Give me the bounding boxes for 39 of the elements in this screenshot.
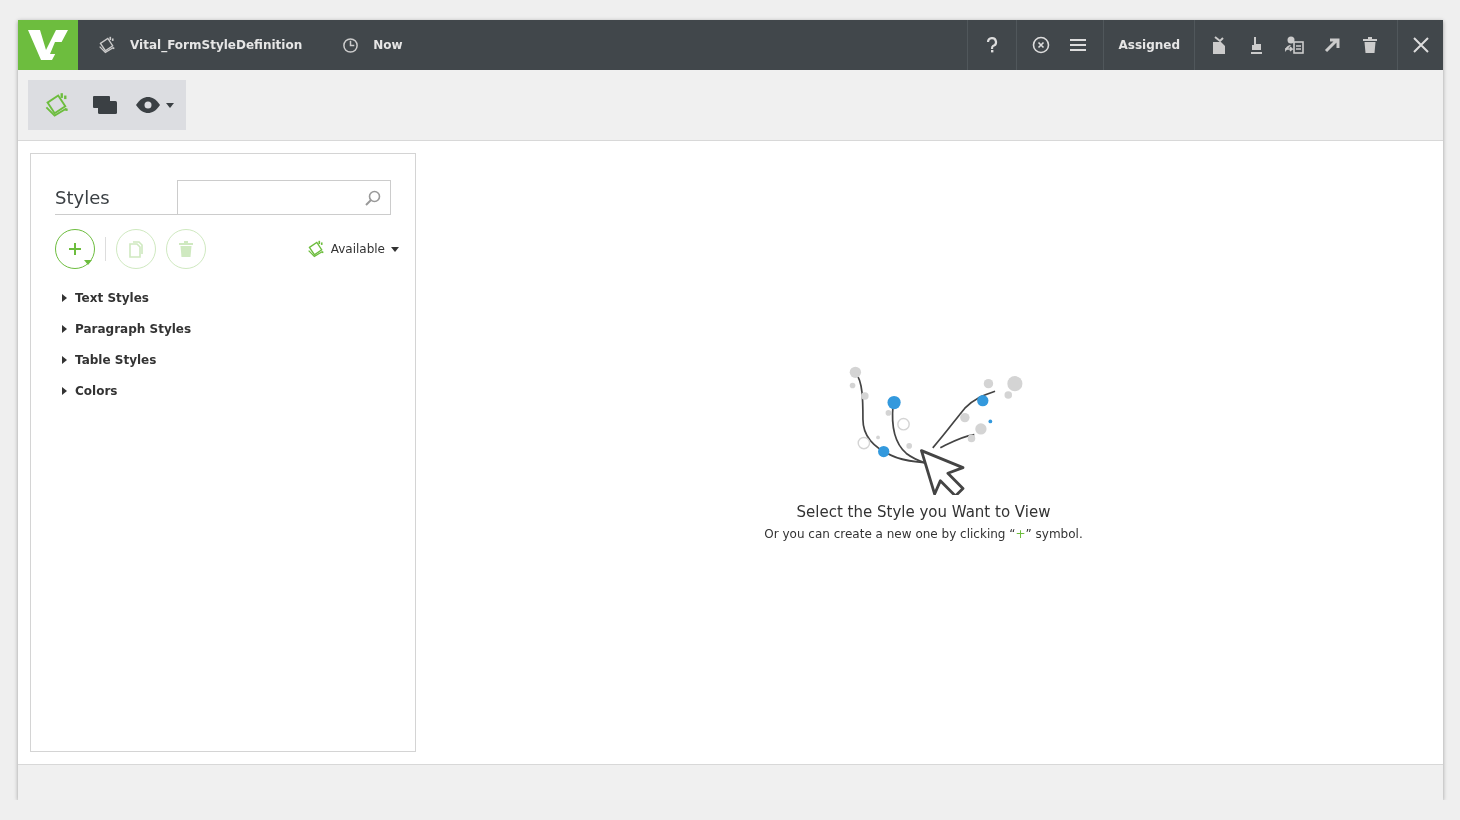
time-label: Now <box>373 38 403 52</box>
caret-right-icon <box>61 356 67 364</box>
document-title: Vital_FormStyleDefinition <box>130 38 303 52</box>
document-hand-icon <box>1211 36 1227 54</box>
tree-item[interactable]: Paragraph Styles <box>55 322 391 336</box>
caret-icon <box>84 260 92 266</box>
plus-icon <box>68 242 82 256</box>
search-icon <box>364 188 382 207</box>
status-label: Assigned <box>1117 38 1181 52</box>
caret-icon <box>166 102 174 108</box>
panel-title: Styles <box>55 187 111 210</box>
caret-icon <box>391 246 399 252</box>
delete-icon <box>1363 37 1377 53</box>
caret-right-icon <box>61 387 67 395</box>
arrow-icon <box>1324 37 1340 53</box>
delete-icon <box>179 241 193 257</box>
help-icon <box>986 37 999 53</box>
user-document-icon <box>1284 36 1304 54</box>
eye-icon <box>136 97 160 113</box>
tree-item[interactable]: Table Styles <box>55 353 391 367</box>
styles-icon <box>98 36 116 54</box>
close-icon <box>1412 37 1429 53</box>
hand-pointer-icon <box>1249 36 1263 54</box>
windows-icon <box>93 96 117 114</box>
tree-item[interactable]: Text Styles <box>55 291 391 305</box>
copy-icon <box>129 240 143 258</box>
styles-icon <box>306 240 325 258</box>
caret-right-icon <box>61 325 67 333</box>
tree-item[interactable]: Colors <box>55 384 391 398</box>
availability-dropdown[interactable]: Available <box>306 240 399 258</box>
empty-state-message: Or you can create a new one by clicking “+” symbol. <box>764 527 1083 541</box>
menu-icon <box>1070 39 1087 51</box>
app-logo <box>18 20 78 70</box>
empty-state-title: Select the Style you Want to View <box>796 503 1051 521</box>
search-field[interactable] <box>177 180 391 214</box>
clock-icon <box>342 36 360 54</box>
compass-icon <box>1032 36 1051 54</box>
caret-right-icon <box>61 294 67 302</box>
styles-icon <box>44 92 70 118</box>
